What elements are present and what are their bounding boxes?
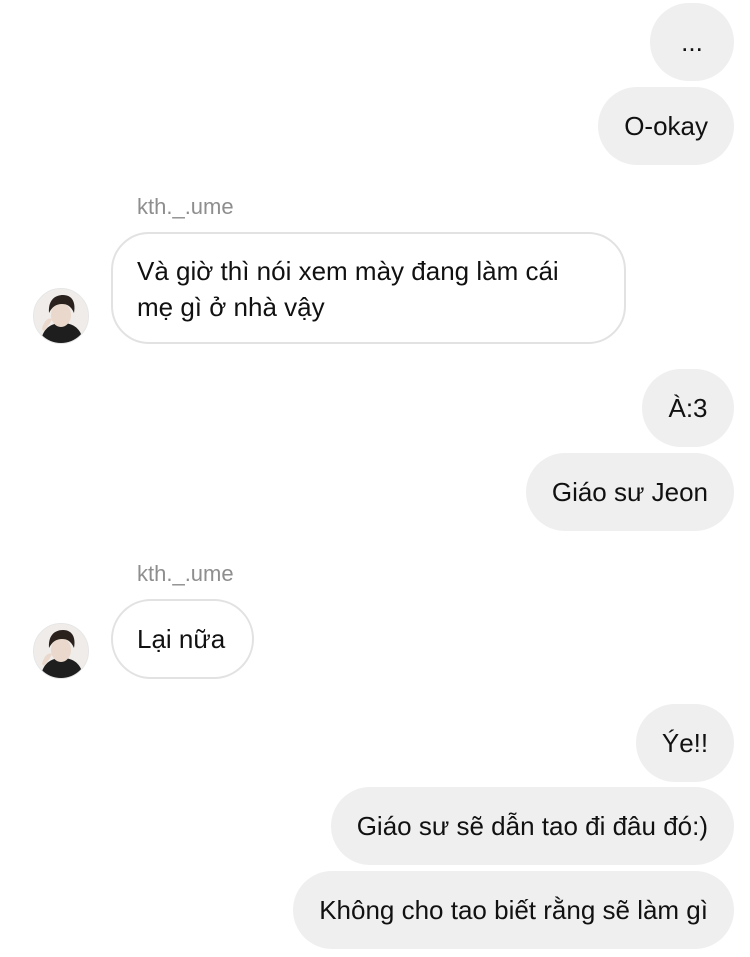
profile-photo-avatar bbox=[34, 624, 88, 678]
message-text: À:3 bbox=[668, 393, 708, 423]
profile-photo-avatar bbox=[34, 289, 88, 343]
outgoing-message[interactable]: Không cho tao biết rằng sẽ làm gì bbox=[293, 871, 734, 949]
outgoing-message[interactable]: ... bbox=[650, 3, 734, 81]
incoming-message[interactable]: Lại nữa bbox=[111, 599, 254, 679]
message-text: Không cho tao biết rằng sẽ làm gì bbox=[319, 895, 708, 925]
message-text: Ýe!! bbox=[661, 728, 709, 758]
outgoing-message[interactable]: Ýe!! bbox=[636, 704, 734, 782]
sender-name: kth._.ume bbox=[137, 561, 234, 586]
message-text: Giáo sư Jeon bbox=[551, 477, 708, 507]
incoming-message[interactable]: Và giờ thì nói xem mày đang làm cái mẹ g… bbox=[111, 232, 626, 344]
message-text: ... bbox=[681, 27, 703, 57]
message-text: Lại nữa bbox=[137, 624, 226, 654]
outgoing-message[interactable]: Giáo sư sẽ dẫn tao đi đâu đó:) bbox=[330, 787, 734, 865]
message-text: Và giờ thì nói xem mày đang làm cái mẹ g… bbox=[137, 256, 559, 322]
avatar[interactable] bbox=[33, 288, 89, 344]
outgoing-message[interactable]: O-okay bbox=[598, 87, 734, 165]
outgoing-message[interactable]: Giáo sư Jeon bbox=[525, 453, 734, 531]
avatar[interactable] bbox=[33, 623, 89, 679]
sender-name: kth._.ume bbox=[137, 194, 234, 219]
message-text: Giáo sư sẽ dẫn tao đi đâu đó:) bbox=[356, 811, 708, 841]
outgoing-message[interactable]: À:3 bbox=[642, 369, 734, 447]
message-text: O-okay bbox=[624, 111, 708, 141]
